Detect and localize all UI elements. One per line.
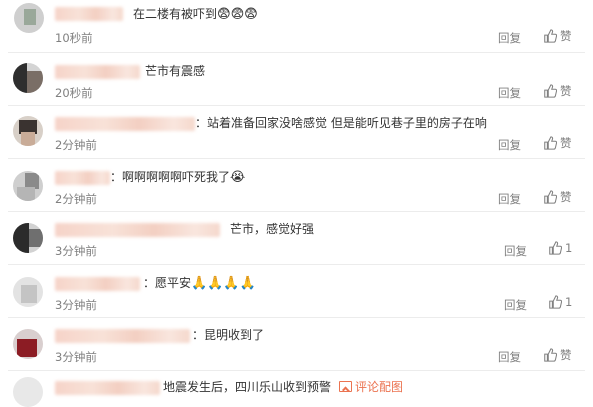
emoji: 😨😨😨 [217, 7, 258, 22]
comment-text: ：愿平安🙏🙏🙏🙏 [143, 275, 256, 292]
username[interactable] [55, 117, 195, 131]
comment-text: ：站着准备回家没啥感觉 但是能听见巷子里的房子在响 [195, 115, 487, 131]
like-button[interactable]: 赞 [543, 347, 572, 363]
reply-button[interactable]: 回复 [498, 30, 521, 46]
comment-body: 地震发生后，四川乐山收到预警 [163, 380, 332, 394]
comment-item: ：昆明收到了 3分钟前 回复 赞 [0, 318, 593, 371]
comment-text: 地震发生后，四川乐山收到预警 评论配图 [163, 379, 403, 395]
comment-text: 芒市有震感 [145, 63, 205, 79]
thumbs-up-icon [549, 295, 562, 309]
timestamp: 3分钟前 [55, 298, 97, 312]
comment-item: ：愿平安🙏🙏🙏🙏 3分钟前 回复 1 [0, 265, 593, 318]
username[interactable] [55, 7, 123, 21]
comment-text: ：啊啊啊啊啊吓死我了😭 [110, 169, 245, 186]
timestamp: 10秒前 [55, 31, 93, 45]
like-button[interactable]: 1 [548, 241, 572, 255]
emoji: 😭 [230, 170, 246, 185]
comment-text: 芒市，感觉好强 [230, 221, 314, 237]
avatar[interactable] [13, 277, 43, 307]
comment-item: 在二楼有被吓到😨😨😨 10秒前 回复 赞 [0, 0, 593, 53]
like-button[interactable]: 赞 [543, 135, 572, 151]
like-button[interactable]: 赞 [543, 189, 572, 205]
comment-text: 在二楼有被吓到😨😨😨 [133, 6, 258, 23]
like-count: 赞 [560, 29, 572, 43]
username[interactable] [55, 329, 190, 343]
thumbs-up-icon [544, 84, 557, 98]
like-count: 赞 [560, 136, 572, 150]
thumbs-up-icon [544, 190, 557, 204]
reply-button[interactable]: 回复 [504, 297, 527, 313]
like-button[interactable]: 赞 [543, 83, 572, 99]
like-count: 赞 [560, 190, 572, 204]
comment-body: ：站着准备回家没啥感觉 但是能听见巷子里的房子在响 [195, 116, 487, 130]
like-count: 1 [565, 295, 573, 309]
comment-body: ：愿平安 [143, 276, 192, 290]
comment-item: ：啊啊啊啊啊吓死我了😭 2分钟前 回复 赞 [0, 159, 593, 212]
like-count: 赞 [560, 348, 572, 362]
reply-button[interactable]: 回复 [504, 243, 527, 259]
timestamp: 3分钟前 [55, 244, 97, 258]
avatar[interactable] [13, 329, 43, 359]
timestamp: 2分钟前 [55, 192, 97, 206]
comment-body: ：啊啊啊啊啊吓死我了 [110, 170, 231, 184]
thumbs-up-icon [544, 348, 557, 362]
emoji: 🙏🙏🙏🙏 [191, 276, 256, 291]
comment-text: ：昆明收到了 [192, 327, 264, 343]
like-button[interactable]: 1 [548, 295, 572, 309]
avatar[interactable] [13, 377, 43, 407]
avatar[interactable] [13, 116, 43, 146]
reply-button[interactable]: 回复 [498, 85, 521, 101]
comment-item: 地震发生后，四川乐山收到预警 评论配图 [0, 371, 593, 407]
comment-image-link[interactable]: 评论配图 [355, 380, 403, 394]
avatar[interactable] [13, 63, 43, 93]
reply-button[interactable]: 回复 [498, 191, 521, 207]
username[interactable] [55, 171, 110, 185]
comment-item: 芒市，感觉好强 3分钟前 回复 1 [0, 212, 593, 265]
avatar[interactable] [14, 3, 44, 33]
timestamp: 3分钟前 [55, 350, 97, 364]
reply-button[interactable]: 回复 [498, 349, 521, 365]
thumbs-up-icon [549, 241, 562, 255]
comment-body: 在二楼有被吓到 [133, 7, 218, 21]
avatar[interactable] [13, 223, 43, 253]
comment-body: 芒市有震感 [145, 64, 206, 78]
thumbs-up-icon [544, 29, 557, 43]
like-count: 赞 [560, 84, 572, 98]
username[interactable] [55, 277, 140, 291]
comment-body: ：昆明收到了 [192, 328, 265, 342]
image-icon [339, 381, 353, 392]
thumbs-up-icon [544, 136, 557, 150]
timestamp: 20秒前 [55, 86, 93, 100]
username[interactable] [55, 223, 220, 237]
like-button[interactable]: 赞 [543, 28, 572, 44]
reply-button[interactable]: 回复 [498, 137, 521, 153]
comment-body: 芒市，感觉好强 [230, 222, 315, 236]
avatar[interactable] [13, 171, 43, 201]
username[interactable] [55, 65, 140, 79]
like-count: 1 [565, 241, 573, 255]
timestamp: 2分钟前 [55, 138, 97, 152]
username[interactable] [55, 381, 160, 395]
comment-item: 芒市有震感 20秒前 回复 赞 [0, 53, 593, 106]
comment-item: ：站着准备回家没啥感觉 但是能听见巷子里的房子在响 2分钟前 回复 赞 [0, 106, 593, 159]
